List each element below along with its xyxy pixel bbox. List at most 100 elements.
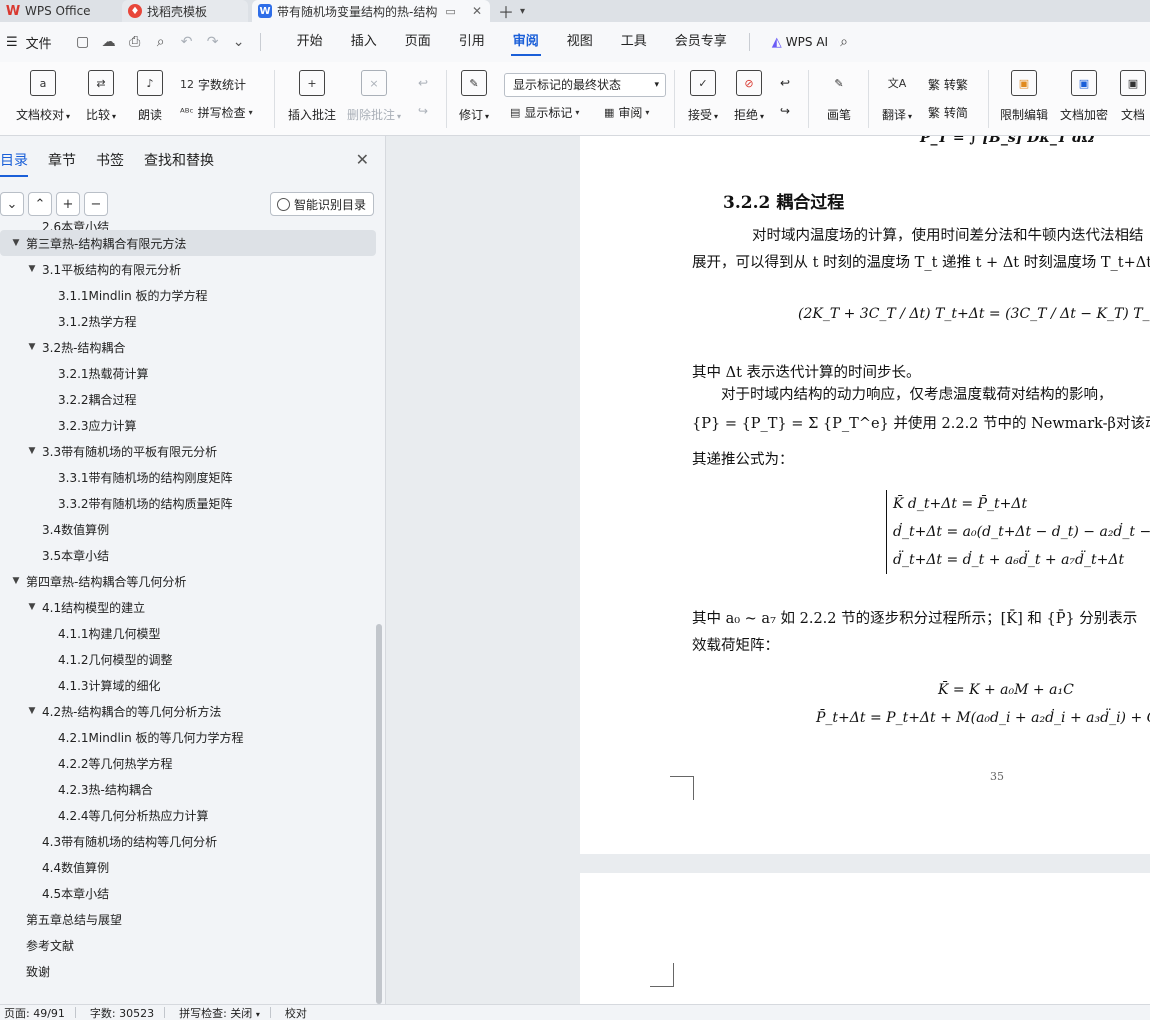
close-icon[interactable]: ✕ bbox=[356, 150, 369, 169]
tab-sections[interactable]: 章节 bbox=[48, 150, 76, 170]
print-preview-icon[interactable]: ⌕ bbox=[148, 34, 174, 50]
delete-comment-button[interactable]: × 删除批注 ▾ bbox=[347, 70, 401, 123]
sidebar-scrollbar[interactable] bbox=[376, 624, 382, 1004]
word-count-status[interactable]: 字数: 30523 bbox=[90, 1005, 154, 1020]
menu-insert[interactable]: 插入 bbox=[337, 22, 391, 62]
menu-view[interactable]: 视图 bbox=[553, 22, 607, 62]
toc-item[interactable]: ▼ 3.1平板结构的有限元分析 bbox=[0, 256, 376, 282]
menu-member[interactable]: 会员专享 bbox=[661, 22, 741, 62]
close-tab-icon[interactable]: ✕ bbox=[472, 4, 482, 18]
toc-item[interactable]: ▼ 3.3带有随机场的平板有限元分析 bbox=[0, 438, 376, 464]
chevron-down-icon[interactable]: ▾ bbox=[520, 6, 525, 17]
next-change-icon[interactable]: ↪ bbox=[780, 104, 790, 118]
new-tab-button[interactable]: ＋ ▾ bbox=[498, 0, 525, 22]
doc-more-button[interactable]: ▣ 文档 bbox=[1120, 70, 1146, 123]
show-markup-button[interactable]: ▤ 显示标记 ▾ bbox=[510, 104, 583, 121]
toc-item[interactable]: ▼ 第四章热-结构耦合等几何分析 bbox=[0, 568, 376, 594]
expand-triangle-icon[interactable]: ▼ bbox=[26, 602, 38, 612]
compare-button[interactable]: ⇄ 比较 ▾ bbox=[86, 70, 116, 123]
review-pane-button[interactable]: ▦ 审阅 ▾ bbox=[604, 104, 653, 121]
tab-find-replace[interactable]: 查找和替换 bbox=[144, 150, 214, 170]
toc-item[interactable]: 3.4数值算例 bbox=[0, 516, 376, 542]
encrypt-button[interactable]: ▣ 文档加密 bbox=[1060, 70, 1108, 123]
toc-item[interactable]: ▼ 3.2热-结构耦合 bbox=[0, 334, 376, 360]
toc-item[interactable]: 3.5本章小结 bbox=[0, 542, 376, 568]
toc-item[interactable]: ▼ 第三章热-结构耦合有限元方法 bbox=[0, 230, 376, 256]
tab-bookmarks[interactable]: 书签 bbox=[96, 150, 124, 170]
smart-toc-button[interactable]: 智能识别目录 bbox=[270, 192, 374, 216]
word-count-button[interactable]: 12 字数统计 bbox=[180, 76, 246, 93]
toc-item[interactable]: 3.1.1Mindlin 板的力学方程 bbox=[0, 282, 376, 308]
tab-toc[interactable]: 目录 bbox=[0, 150, 28, 177]
toc-item[interactable]: 4.2.2等几何热学方程 bbox=[0, 750, 376, 776]
translate-button[interactable]: 文A 翻译 ▾ bbox=[882, 70, 912, 123]
markup-state-select[interactable]: 显示标记的最终状态 ▾ bbox=[504, 73, 666, 97]
expand-triangle-icon[interactable]: ▼ bbox=[26, 706, 38, 716]
print-icon[interactable]: ⎙ bbox=[122, 34, 148, 50]
expand-triangle-icon[interactable]: ▼ bbox=[10, 576, 22, 586]
toc-item[interactable]: 3.3.2带有随机场的结构质量矩阵 bbox=[0, 490, 376, 516]
toc-item[interactable]: 4.1.2几何模型的调整 bbox=[0, 646, 376, 672]
toc-item[interactable]: 4.1.3计算域的细化 bbox=[0, 672, 376, 698]
restrict-edit-button[interactable]: ▣ 限制编辑 bbox=[1000, 70, 1048, 123]
toc-item[interactable]: 3.2.2耦合过程 bbox=[0, 386, 376, 412]
pen-button[interactable]: ✎ 画笔 bbox=[826, 70, 852, 123]
toc-item[interactable]: 3.3.1带有随机场的结构刚度矩阵 bbox=[0, 464, 376, 490]
insert-comment-button[interactable]: + 插入批注 bbox=[288, 70, 336, 123]
expand-triangle-icon[interactable]: ▼ bbox=[26, 264, 38, 274]
menu-reference[interactable]: 引用 bbox=[445, 22, 499, 62]
chevron-up-icon[interactable]: ⌃ bbox=[28, 192, 52, 216]
menu-page[interactable]: 页面 bbox=[391, 22, 445, 62]
more-chevron-icon[interactable]: ⌄ bbox=[226, 34, 252, 50]
undo-icon[interactable]: ↶ bbox=[174, 34, 200, 50]
save-icon[interactable]: ▢ bbox=[70, 34, 96, 50]
toc-item[interactable]: ▼ 4.2热-结构耦合的等几何分析方法 bbox=[0, 698, 376, 724]
tab-template[interactable]: ♦ 找稻壳模板 bbox=[122, 0, 248, 22]
toc-item[interactable]: 2.6本章小结 bbox=[0, 218, 376, 230]
monitor-icon[interactable]: ▭ bbox=[445, 5, 455, 18]
minus-icon[interactable]: − bbox=[84, 192, 108, 216]
cloud-icon[interactable]: ☁ bbox=[96, 34, 122, 50]
collapse-all-icon[interactable]: ⌄ bbox=[0, 192, 24, 216]
prev-change-icon[interactable]: ↩ bbox=[780, 76, 790, 90]
read-aloud-button[interactable]: ♪ 朗读 bbox=[137, 70, 163, 123]
proofread-status[interactable]: 校对 bbox=[285, 1005, 307, 1020]
toc-item[interactable]: 4.5本章小结 bbox=[0, 880, 376, 906]
toc-item[interactable]: 4.3带有随机场的结构等几何分析 bbox=[0, 828, 376, 854]
to-simplified-button[interactable]: 繁 转简 bbox=[928, 104, 968, 121]
toc-item[interactable]: 参考文献 bbox=[0, 932, 376, 958]
page-indicator[interactable]: 页面: 49/91 bbox=[4, 1005, 65, 1020]
reject-button[interactable]: ⊘ 拒绝 ▾ bbox=[734, 70, 764, 123]
menu-tools[interactable]: 工具 bbox=[607, 22, 661, 62]
toc-item[interactable]: 3.2.1热载荷计算 bbox=[0, 360, 376, 386]
menu-review[interactable]: 审阅 bbox=[499, 22, 553, 62]
doc-check-button[interactable]: a 文档校对 ▾ bbox=[16, 70, 70, 123]
expand-triangle-icon[interactable]: ▼ bbox=[26, 446, 38, 456]
toc-item[interactable]: 致谢 bbox=[0, 958, 376, 984]
document-page[interactable]: P_T = ∫ [B_s] Dκ_T dΩ 3.2.2 耦合过程 对时域内温度场… bbox=[580, 136, 1150, 854]
file-menu[interactable]: ☰ 文件 bbox=[6, 33, 52, 52]
tab-document[interactable]: W 带有随机场变量结构的热-结构 ▭ ✕ bbox=[252, 0, 490, 22]
redo-icon[interactable]: ↷ bbox=[200, 34, 226, 50]
search-icon[interactable]: ⌕ bbox=[840, 34, 848, 50]
expand-triangle-icon[interactable]: ▼ bbox=[26, 342, 38, 352]
menu-start[interactable]: 开始 bbox=[283, 22, 337, 62]
revise-button[interactable]: ✎ 修订 ▾ bbox=[459, 70, 489, 123]
toc-item[interactable]: 4.2.4等几何分析热应力计算 bbox=[0, 802, 376, 828]
toc-item[interactable]: 3.2.3应力计算 bbox=[0, 412, 376, 438]
spell-check-status[interactable]: 拼写检查: 关闭 ▾ bbox=[179, 1005, 260, 1020]
toc-item[interactable]: 4.2.1Mindlin 板的等几何力学方程 bbox=[0, 724, 376, 750]
wps-ai-button[interactable]: ◭ WPS AI bbox=[772, 35, 828, 50]
accept-button[interactable]: ✓ 接受 ▾ bbox=[688, 70, 718, 123]
document-canvas[interactable]: P_T = ∫ [B_s] Dκ_T dΩ 3.2.2 耦合过程 对时域内温度场… bbox=[387, 136, 1150, 1004]
expand-triangle-icon[interactable]: ▼ bbox=[10, 238, 22, 248]
toc-item[interactable]: 第五章总结与展望 bbox=[0, 906, 376, 932]
next-page[interactable] bbox=[580, 873, 1150, 1004]
toc-item[interactable]: 4.4数值算例 bbox=[0, 854, 376, 880]
toc-item[interactable]: 3.1.2热学方程 bbox=[0, 308, 376, 334]
spell-check-button[interactable]: ᴬᴮᶜ 拼写检查 ▾ bbox=[180, 104, 257, 121]
next-comment-icon[interactable]: ↪ bbox=[418, 104, 428, 118]
toc-item[interactable]: 4.2.3热-结构耦合 bbox=[0, 776, 376, 802]
prev-comment-icon[interactable]: ↩ bbox=[418, 76, 428, 90]
toc-item[interactable]: 4.1.1构建几何模型 bbox=[0, 620, 376, 646]
